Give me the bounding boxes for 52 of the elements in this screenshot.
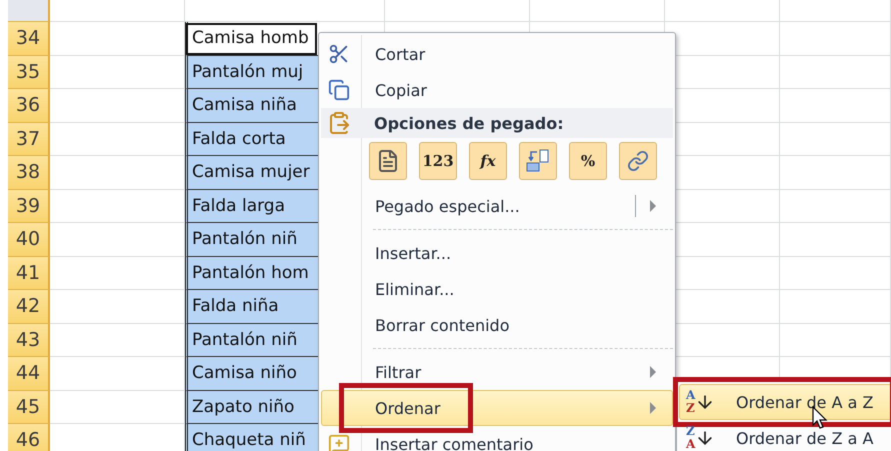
row-header[interactable]: 39 <box>8 190 50 223</box>
transpose-icon <box>525 148 551 174</box>
table-cell: Falda corta <box>185 122 318 156</box>
menu-item[interactable]: Pegado especial... <box>321 188 673 224</box>
table-cell: Chaqueta niñ <box>185 424 318 451</box>
table-cell: Falda larga <box>185 190 318 223</box>
table-cell: Camisa niña <box>185 89 318 122</box>
row-header[interactable]: 38 <box>8 156 50 190</box>
table-cell: Pantalón niñ <box>185 324 318 357</box>
table-cell: Camisa mujer <box>185 156 318 190</box>
row-header[interactable]: 35 <box>8 56 50 89</box>
menu-item[interactable]: Cortar <box>321 36 673 72</box>
menu-item[interactable]: Z A Ordenar de Z a A <box>679 420 891 451</box>
row-header[interactable]: 42 <box>8 290 50 324</box>
paste-option-button[interactable] <box>519 142 557 180</box>
paste-option-button[interactable] <box>619 142 657 180</box>
menu-item[interactable]: Filtrar <box>321 354 673 390</box>
scissors-icon <box>328 43 350 65</box>
row-header[interactable]: 40 <box>8 223 50 256</box>
row-header[interactable]: 45 <box>8 390 50 424</box>
table-cell: Falda niña <box>185 290 318 324</box>
menu-section-header: Opciones de pegado: <box>374 114 564 132</box>
row-header[interactable]: 44 <box>8 357 50 390</box>
menu-item[interactable]: A Z Ordenar de A a Z <box>679 384 891 420</box>
table-cell: Camisa niño <box>185 357 318 390</box>
comment-icon <box>328 433 350 451</box>
row-header <box>8 0 50 22</box>
paste-option-button[interactable]: 123 <box>419 142 457 180</box>
row-header[interactable]: 41 <box>8 256 50 290</box>
menu-item[interactable]: Borrar contenido <box>321 307 673 343</box>
row-header[interactable]: 43 <box>8 324 50 357</box>
copy-icon <box>328 79 350 101</box>
menu-item[interactable]: Insertar... <box>321 235 673 271</box>
menu-item[interactable]: Insertar comentario <box>321 426 673 451</box>
paste-option-button[interactable]: % <box>569 142 607 180</box>
table-cell: Zapato niño <box>185 390 318 424</box>
menu-item[interactable]: Eliminar... <box>321 271 673 307</box>
row-header[interactable]: 34 <box>8 22 50 56</box>
paste-option-button[interactable]: fx <box>469 142 507 180</box>
table-cell: Pantalón muj <box>185 56 318 89</box>
menu-item[interactable]: Copiar <box>321 72 673 108</box>
clipboard-icon <box>327 111 351 135</box>
table-cell: Pantalón niñ <box>185 223 318 256</box>
row-header[interactable]: 36 <box>8 89 50 122</box>
row-header[interactable]: 37 <box>8 122 50 156</box>
table-cell: Camisa homb <box>185 22 318 56</box>
row-header[interactable]: 46 <box>8 424 50 451</box>
document-icon <box>376 149 400 173</box>
menu-item[interactable]: Ordenar <box>321 390 673 426</box>
table-cell: Pantalón hom <box>185 256 318 290</box>
paste-option-button[interactable] <box>369 142 407 180</box>
link-icon <box>627 150 649 172</box>
